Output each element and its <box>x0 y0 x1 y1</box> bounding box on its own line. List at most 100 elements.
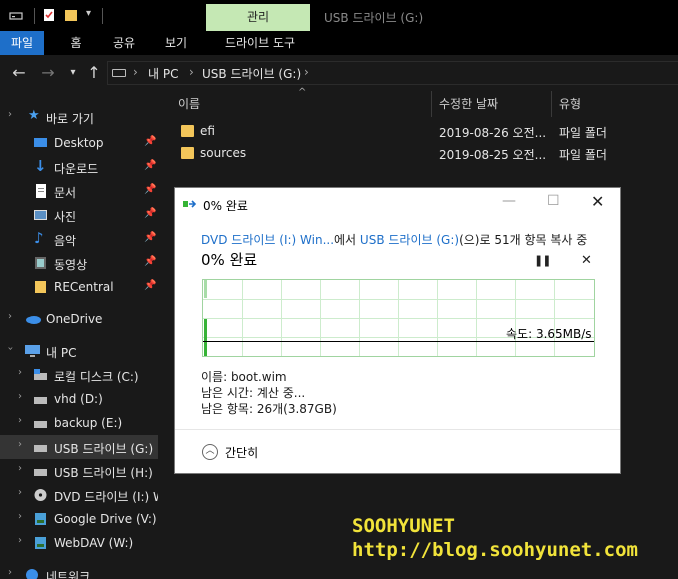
nav-item-desktop[interactable]: Desktop 📌 <box>0 131 158 155</box>
column-header-type[interactable]: 유형 <box>559 95 581 112</box>
chevron-right-icon[interactable]: › <box>18 463 22 474</box>
network-icon <box>26 569 38 579</box>
chevron-right-icon[interactable]: › <box>18 415 22 426</box>
chevron-down-icon[interactable]: › <box>5 347 16 351</box>
chevron-right-icon[interactable]: › <box>8 567 12 578</box>
nav-item-documents[interactable]: 문서 📌 <box>0 179 158 203</box>
tab-file[interactable]: 파일 <box>0 31 44 55</box>
file-date: 2019-08-25 오전... <box>439 148 547 162</box>
new-folder-icon[interactable] <box>64 8 78 22</box>
pin-icon[interactable]: 📌 <box>144 208 156 219</box>
nav-item-music[interactable]: ♪ 음악 📌 <box>0 227 158 251</box>
folder-icon <box>181 147 194 159</box>
document-icon <box>36 184 46 198</box>
back-button[interactable]: ← <box>10 64 28 82</box>
cancel-icon[interactable]: ✕ <box>581 253 592 268</box>
properties-icon[interactable] <box>42 8 56 22</box>
nav-item-videos[interactable]: 동영상 📌 <box>0 251 158 275</box>
drive-icon <box>112 69 126 77</box>
pin-icon[interactable]: 📌 <box>144 256 156 267</box>
nav-item-label: 문서 <box>54 186 77 200</box>
nav-item-google-drive-v[interactable]: › Google Drive (V:) <box>0 507 158 531</box>
forward-button[interactable]: → <box>39 64 57 82</box>
folder-icon <box>35 281 46 293</box>
download-icon: ↓ <box>34 157 47 175</box>
nav-item-vhd-d[interactable]: › vhd (D:) <box>0 387 158 411</box>
pause-icon[interactable]: ❚❚ <box>534 254 551 267</box>
minimize-button[interactable]: — <box>502 193 516 209</box>
dvd-icon <box>34 489 47 501</box>
column-divider[interactable] <box>431 91 432 117</box>
nav-item-quick-access[interactable]: › ★ 바로 가기 <box>0 105 158 129</box>
maximize-button[interactable]: ☐ <box>547 193 560 209</box>
file-row[interactable]: sources 2019-08-25 오전... 파일 폴더 <box>158 143 678 165</box>
chevron-down-icon[interactable]: ▾ <box>86 8 100 22</box>
nav-item-label: backup (E:) <box>54 416 123 430</box>
drive-icon <box>34 397 47 404</box>
navigation-pane: › ★ 바로 가기 Desktop 📌 ↓ 다운로드 📌 문서 📌 사진 📌 ♪… <box>0 91 165 579</box>
up-button[interactable]: ↑ <box>85 64 103 82</box>
file-type: 파일 폴더 <box>559 148 607 162</box>
pin-icon[interactable]: 📌 <box>144 184 156 195</box>
nav-item-label: WebDAV (W:) <box>54 536 134 550</box>
network-drive-icon <box>35 537 46 549</box>
drive-icon[interactable] <box>9 8 23 22</box>
tab-manage[interactable]: 관리 <box>206 4 310 31</box>
watermark-url: http://blog.soohyunet.com <box>352 539 638 561</box>
nav-item-label: RECentral <box>54 280 114 294</box>
chevron-right-icon[interactable]: › <box>18 367 22 378</box>
drive-icon <box>34 469 47 476</box>
column-header-name[interactable]: 이름 <box>178 95 200 112</box>
source-link[interactable]: DVD 드라이브 (I:) Win... <box>201 233 334 247</box>
pin-icon[interactable]: 📌 <box>144 280 156 291</box>
nav-item-usb-g[interactable]: › USB 드라이브 (G:) <box>0 435 158 459</box>
pin-icon[interactable]: 📌 <box>144 136 156 147</box>
column-divider[interactable] <box>551 91 552 117</box>
chevron-right-icon[interactable]: › <box>18 535 22 546</box>
tab-view[interactable]: 보기 <box>156 31 196 55</box>
tab-share[interactable]: 공유 <box>104 31 144 55</box>
nav-item-label: USB 드라이브 (H:) <box>54 466 153 480</box>
progress-percent-label: 0% 완료 <box>201 251 258 269</box>
nav-item-local-disk-c[interactable]: › 로컬 디스크 (C:) <box>0 363 158 387</box>
drive-icon <box>34 445 47 452</box>
nav-item-label: 바로 가기 <box>46 112 94 126</box>
address-bar[interactable]: › 내 PC › USB 드라이브 (G:) › <box>107 61 678 85</box>
target-link[interactable]: USB 드라이브 (G:) <box>360 233 459 247</box>
chevron-right-icon[interactable]: › <box>18 487 22 498</box>
recent-locations-button[interactable]: ▾ <box>64 64 82 82</box>
pc-icon <box>25 345 40 357</box>
chevron-right-icon[interactable]: › <box>8 109 12 120</box>
nav-item-recentral[interactable]: RECentral 📌 <box>0 275 158 299</box>
nav-item-my-pc[interactable]: › 내 PC <box>0 339 158 363</box>
fewer-details-button[interactable]: 간단히 <box>225 444 258 461</box>
chevron-right-icon[interactable]: › <box>18 511 22 522</box>
tab-drive-tools[interactable]: 드라이브 도구 <box>210 31 310 55</box>
nav-item-network[interactable]: › 네트워크 <box>0 563 158 579</box>
items-remaining: 남은 항목: 26개(3.87GB) <box>201 402 337 416</box>
breadcrumb-my-pc[interactable]: 내 PC <box>148 65 178 82</box>
nav-item-backup-e[interactable]: › backup (E:) <box>0 411 158 435</box>
nav-item-usb-h[interactable]: › USB 드라이브 (H:) <box>0 459 158 483</box>
drive-icon <box>34 421 47 428</box>
separator <box>102 8 103 24</box>
nav-item-downloads[interactable]: ↓ 다운로드 📌 <box>0 155 158 179</box>
pin-icon[interactable]: 📌 <box>144 232 156 243</box>
pin-icon[interactable]: 📌 <box>144 160 156 171</box>
nav-item-pictures[interactable]: 사진 📌 <box>0 203 158 227</box>
chevron-right-icon[interactable]: › <box>8 311 12 322</box>
close-button[interactable]: ✕ <box>591 192 604 211</box>
file-row[interactable]: efi 2019-08-26 오전... 파일 폴더 <box>158 121 678 143</box>
tab-home[interactable]: 홈 <box>58 31 94 55</box>
nav-item-dvd-i[interactable]: › DVD 드라이브 (I:) W <box>0 483 165 507</box>
nav-item-onedrive[interactable]: › OneDrive <box>0 307 158 331</box>
column-header-date[interactable]: 수정한 날짜 <box>439 95 498 112</box>
breadcrumb-separator: › <box>304 65 309 79</box>
chevron-right-icon[interactable]: › <box>18 439 22 450</box>
chevron-right-icon[interactable]: › <box>18 391 22 402</box>
breadcrumb-usb-drive[interactable]: USB 드라이브 (G:) <box>202 65 301 82</box>
time-remaining: 남은 시간: 계산 중... <box>201 386 306 400</box>
chevron-up-icon[interactable]: ︿ <box>202 444 218 460</box>
title-bar: ▾ 관리 USB 드라이브 (G:) <box>0 0 678 31</box>
nav-item-webdav-w[interactable]: › WebDAV (W:) <box>0 531 158 555</box>
